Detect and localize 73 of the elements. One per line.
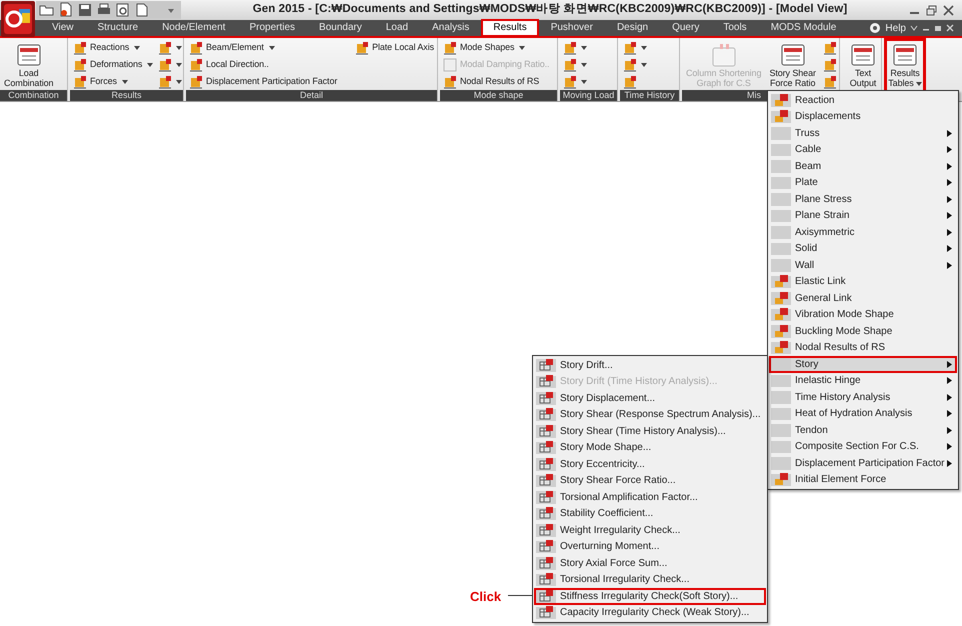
ribbon-button[interactable]: Beam/Element [188, 40, 338, 56]
ribbon-tab[interactable]: Load [374, 19, 420, 37]
menu-item[interactable]: Composite Section For C.S. [769, 438, 957, 455]
group-label: Mode shape [440, 90, 557, 101]
ribbon-tab[interactable]: View [40, 19, 86, 37]
menu-item[interactable]: Plate [769, 174, 957, 191]
menu-item[interactable]: Elastic Link [769, 274, 957, 290]
menu-item[interactable]: Story Mode Shape... [534, 440, 766, 456]
menu-item[interactable]: Nodal Results of RS [769, 340, 957, 356]
help-menu[interactable]: Help [885, 20, 906, 36]
menu-item[interactable]: Story Drift... [534, 357, 766, 374]
menu-item[interactable]: Displacement Participation Factor [769, 455, 957, 472]
ribbon-tab[interactable]: Pushover [538, 19, 605, 37]
menu-item[interactable]: Beam [769, 158, 957, 174]
menu-item[interactable]: Stability Coefficient... [534, 506, 766, 522]
ribbon-tab[interactable]: Design [604, 19, 660, 37]
menu-item[interactable]: Solid [769, 240, 957, 257]
menu-item[interactable]: General Link [769, 290, 957, 306]
menu-item[interactable]: Story Axial Force Sum... [534, 555, 766, 572]
menu-item[interactable]: Wall [769, 257, 957, 274]
ribbon-tab[interactable]: Query [660, 19, 712, 37]
ribbon-tab[interactable]: Node/Element [150, 19, 238, 37]
menu-item[interactable]: Inelastic Hinge [769, 372, 957, 389]
menu-item[interactable]: Cable [769, 142, 957, 158]
ribbon-button[interactable]: Forces [72, 74, 154, 90]
group-label: Time History [620, 90, 679, 101]
menu-item[interactable]: Tendon [769, 422, 957, 438]
menu-item[interactable]: Truss [769, 125, 957, 142]
menu-item[interactable]: Stiffness Irregularity Check(Soft Story)... [534, 588, 766, 604]
menu-item[interactable]: Plane Stress [769, 191, 957, 208]
menu-item[interactable]: Story [769, 356, 957, 372]
group-label: Results [70, 90, 183, 101]
ribbon-tab[interactable]: Analysis [420, 19, 482, 37]
menu-item[interactable]: Story Shear (Time History Analysis)... [534, 423, 766, 440]
menu-item[interactable]: Torsional Amplification Factor... [534, 489, 766, 506]
ribbon-tab[interactable]: Structure [86, 19, 150, 37]
ribbon-button[interactable]: Mode Shapes [442, 40, 550, 56]
menu-item[interactable]: Weight Irregularity Check... [534, 522, 766, 538]
menu-item[interactable]: Time History Analysis [769, 389, 957, 406]
menu-item[interactable]: Overturning Moment... [534, 538, 766, 555]
window-title: Gen 2015 - [C:₩Documents and Settings₩MODS₩바탕 화면₩RC(KBC2009)₩RC(KBC2009)] - [Model View] [252, 2, 848, 18]
ribbon-button[interactable]: Load Combination [2, 40, 56, 88]
menu-item[interactable]: Buckling Mode Shape [769, 323, 957, 340]
ribbon-tab[interactable]: Results [481, 19, 539, 37]
group-label: Detail [186, 90, 437, 101]
ribbon-button[interactable]: Nodal Results of RS [442, 74, 550, 90]
menu-item[interactable]: Plane Strain [769, 208, 957, 224]
ribbon-button[interactable]: Text Output [844, 40, 881, 88]
menu-item[interactable]: Story Eccentricity... [534, 456, 766, 472]
group-label: Moving Load [560, 90, 617, 101]
menu-item[interactable]: Story Displacement... [534, 390, 766, 406]
ribbon-tab[interactable]: Tools [711, 19, 759, 37]
ribbon-button[interactable]: Displacement Participation Factor [188, 74, 338, 90]
ribbon-button[interactable]: Plate Local Axis [354, 40, 435, 56]
menu-item[interactable]: Initial Element Force [769, 472, 957, 488]
ribbon-tab[interactable]: Properties [237, 19, 308, 37]
menu-item[interactable]: Story Shear Force Ratio... [534, 472, 766, 489]
ribbon-button[interactable]: Results Tables [886, 40, 924, 88]
ribbon-tab[interactable]: Boundary [307, 19, 374, 37]
ribbon-button[interactable]: Story Shear Force Ratio [767, 40, 818, 88]
callout-label: Click [470, 588, 502, 606]
menu-item[interactable]: Capacity Irregularity Check (Weak Story)... [534, 604, 766, 621]
menu-item[interactable]: Heat of Hydration Analysis [769, 406, 957, 422]
menu-item[interactable]: Displacements [769, 108, 957, 125]
menu-item[interactable]: Axisymmetric [769, 224, 957, 240]
ribbon-tab[interactable]: MODS Module [758, 19, 848, 37]
ribbon-button[interactable]: Local Direction.. [188, 57, 338, 73]
menu-item[interactable]: Story Shear (Response Spectrum Analysis)... [534, 406, 766, 423]
menu-item[interactable]: Vibration Mode Shape [769, 306, 957, 323]
group-label: Combination [0, 90, 67, 101]
menu-item[interactable]: Torsional Irregularity Check... [534, 572, 766, 588]
ribbon-button[interactable]: Reactions [72, 40, 154, 56]
ribbon-button[interactable]: Deformations [72, 57, 154, 73]
